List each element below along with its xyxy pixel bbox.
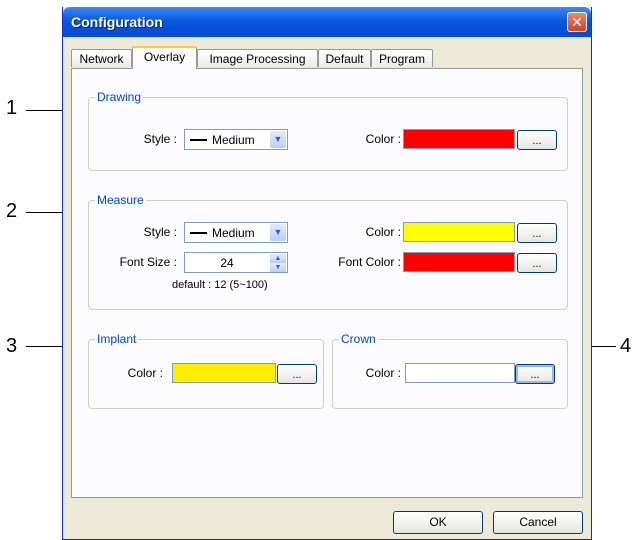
callout-3: 3 — [6, 335, 18, 357]
tab-default[interactable]: Default — [318, 49, 371, 67]
tab-program[interactable]: Program — [371, 49, 433, 67]
tab-network[interactable]: Network — [71, 49, 132, 67]
crown-color-picker-button[interactable]: ... — [515, 364, 555, 384]
drawing-color-swatch — [403, 129, 515, 149]
font-size-hint: default : 12 (5~100) — [172, 279, 268, 291]
callout-4: 4 — [620, 335, 632, 357]
implant-group-title: Implant — [95, 332, 139, 346]
drawing-style-select[interactable]: Medium ▼ — [184, 129, 288, 150]
configuration-dialog: Configuration ✕ Network Overlay Image Pr… — [62, 7, 592, 540]
measure-style-value: Medium — [212, 226, 255, 240]
implant-color-picker-button[interactable]: ... — [277, 364, 317, 384]
cancel-button[interactable]: Cancel — [493, 511, 583, 534]
crown-color-label: Color : — [365, 366, 401, 380]
measure-group: Measure Style : Medium ▼ Color : ... Fon… — [88, 193, 568, 310]
measure-style-select[interactable]: Medium ▼ — [184, 222, 288, 243]
font-color-label: Font Color : — [338, 255, 401, 269]
font-color-picker-button[interactable]: ... — [517, 253, 557, 273]
crown-color-swatch — [405, 363, 515, 383]
line-style-icon — [190, 232, 207, 234]
callout-1: 1 — [6, 97, 18, 119]
chevron-down-icon[interactable]: ▼ — [270, 131, 286, 148]
line-style-icon — [190, 139, 207, 141]
chevron-down-icon[interactable]: ▼ — [270, 224, 286, 241]
spin-down-icon[interactable]: ▼ — [270, 263, 286, 272]
measure-style-label: Style : — [143, 225, 177, 239]
drawing-style-value: Medium — [212, 133, 255, 147]
spin-up-icon[interactable]: ▲ — [270, 254, 286, 263]
implant-color-swatch — [172, 363, 276, 383]
tab-overlay[interactable]: Overlay — [132, 46, 197, 69]
crown-group-title: Crown — [339, 332, 378, 346]
measure-color-swatch — [403, 222, 515, 242]
drawing-group: Drawing Style : Medium ▼ Color : ... — [88, 90, 568, 171]
font-size-label: Font Size : — [119, 255, 177, 269]
callout-2: 2 — [6, 200, 18, 222]
implant-group: Implant Color : ... — [88, 332, 324, 409]
crown-group: Crown Color : ... — [332, 332, 568, 409]
measure-color-picker-button[interactable]: ... — [517, 223, 557, 243]
measure-group-title: Measure — [95, 193, 146, 207]
drawing-style-label: Style : — [143, 132, 177, 146]
close-button[interactable]: ✕ — [567, 12, 587, 32]
drawing-color-picker-button[interactable]: ... — [517, 130, 557, 150]
drawing-color-label: Color : — [365, 132, 401, 146]
tab-image-processing[interactable]: Image Processing — [197, 49, 318, 67]
overlay-panel: Drawing Style : Medium ▼ Color : ... Mea… — [71, 68, 583, 498]
title-bar[interactable]: Configuration ✕ — [63, 7, 591, 37]
font-color-swatch — [403, 252, 515, 272]
font-size-value: 24 — [220, 256, 234, 270]
window-title: Configuration — [71, 14, 163, 30]
measure-color-label: Color : — [365, 225, 401, 239]
font-size-stepper[interactable]: 24 ▲ ▼ — [184, 252, 288, 273]
implant-color-label: Color : — [127, 366, 163, 380]
ok-button[interactable]: OK — [393, 511, 483, 534]
drawing-group-title: Drawing — [95, 90, 144, 104]
